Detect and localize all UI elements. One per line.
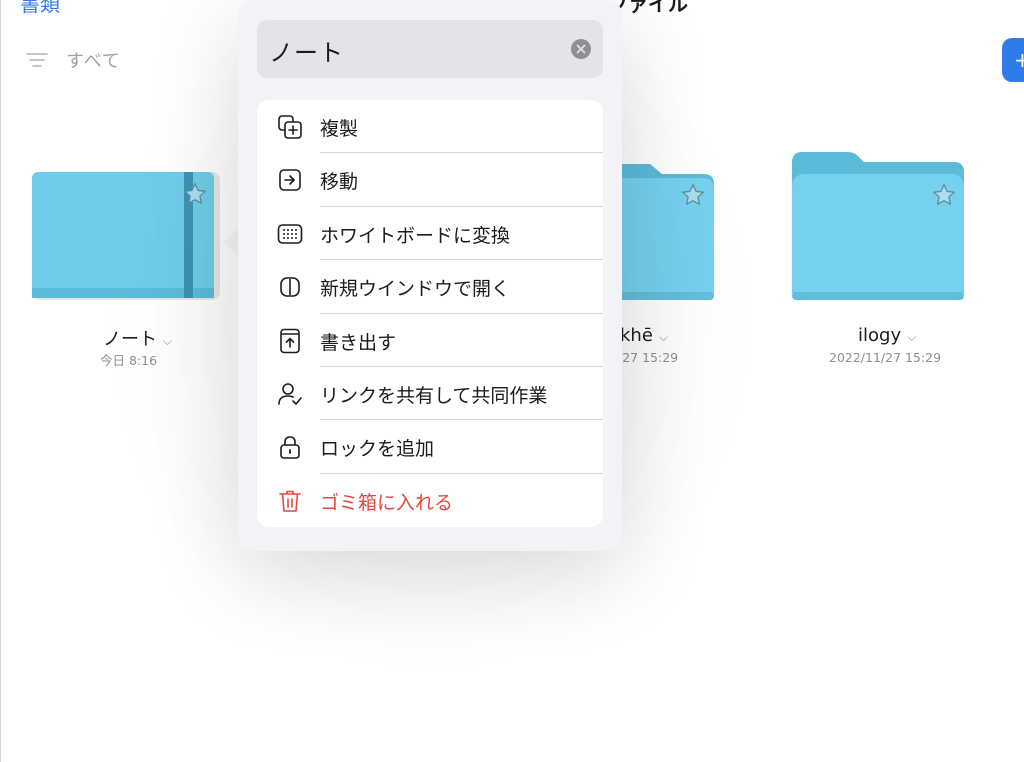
duplicate-icon [278, 115, 302, 139]
collaborate-icon [278, 383, 302, 405]
add-button[interactable]: + [1002, 38, 1024, 82]
item-name[interactable]: khē ⌵ [620, 325, 668, 346]
menu-item-trash[interactable]: ゴミ箱に入れる [257, 474, 603, 527]
star-icon[interactable] [182, 181, 208, 207]
menu-item-share-collaborate[interactable]: リンクを共有して共同作業 [257, 367, 603, 421]
whiteboard-icon [277, 223, 303, 244]
move-icon [279, 169, 301, 192]
menu-item-label: 移動 [320, 171, 359, 194]
new-window-icon [280, 277, 300, 297]
menu-item-label: リンクを共有して共同作業 [320, 385, 548, 407]
back-button[interactable]: 書類 [20, 0, 60, 14]
item-name[interactable]: ilogy ⌵ [858, 325, 916, 346]
lock-icon [280, 436, 300, 460]
plus-icon: + [1014, 48, 1024, 72]
filter-icon [26, 53, 48, 67]
trash-icon [279, 490, 301, 512]
export-icon [280, 328, 300, 353]
chevron-down-icon: ⌵ [163, 334, 173, 348]
window-edge [0, 0, 1, 762]
menu-item-label: ホワイトボードに変換 [320, 224, 511, 247]
chevron-down-icon: ⌵ [907, 330, 917, 344]
popover-arrow [223, 228, 239, 256]
clear-button[interactable] [571, 39, 591, 59]
chevron-down-icon: ⌵ [658, 330, 669, 344]
filter-bar[interactable]: すべて [26, 46, 121, 74]
rename-value[interactable]: ノート [269, 33, 344, 68]
item-date: 今日 8:16 [100, 353, 158, 368]
menu-item-move[interactable]: 移動 [257, 153, 603, 207]
menu-item-label: 複製 [320, 118, 359, 140]
menu-item-convert-whiteboard[interactable]: ホワイトボードに変換 [257, 207, 603, 261]
filter-label: すべて [66, 51, 122, 72]
menu-item-new-window[interactable]: 新規ウインドウで開く [257, 260, 603, 314]
menu-item-export[interactable]: 書き出す [257, 314, 603, 367]
menu-item-label: ゴミ箱に入れる [320, 491, 454, 514]
menu-item-label: 書き出す [320, 331, 397, 354]
context-menu-popover: ノート 複製 移動 ホワイトボードに変換 新規ウインドウで開く 書き出す リンク… [238, 0, 622, 551]
clear-icon [576, 44, 586, 54]
item-date: /27 15:29 [618, 350, 679, 365]
rename-field[interactable]: ノート [257, 20, 603, 78]
menu-item-duplicate[interactable]: 複製 [257, 100, 603, 154]
menu-item-label: ロックを追加 [320, 438, 435, 461]
folder-thumbnail[interactable] [790, 150, 966, 304]
menu-item-add-lock[interactable]: ロックを追加 [257, 420, 603, 474]
menu-item-label: 新規ウインドウで開く [320, 278, 511, 301]
item-date: 2022/11/27 15:29 [829, 350, 942, 365]
action-menu: 複製 移動 ホワイトボードに変換 新規ウインドウで開く 書き出す リンクを共有し… [257, 100, 603, 527]
item-name[interactable]: ノート ⌵ [103, 325, 172, 351]
star-icon[interactable] [680, 182, 706, 208]
star-icon[interactable] [931, 182, 957, 208]
